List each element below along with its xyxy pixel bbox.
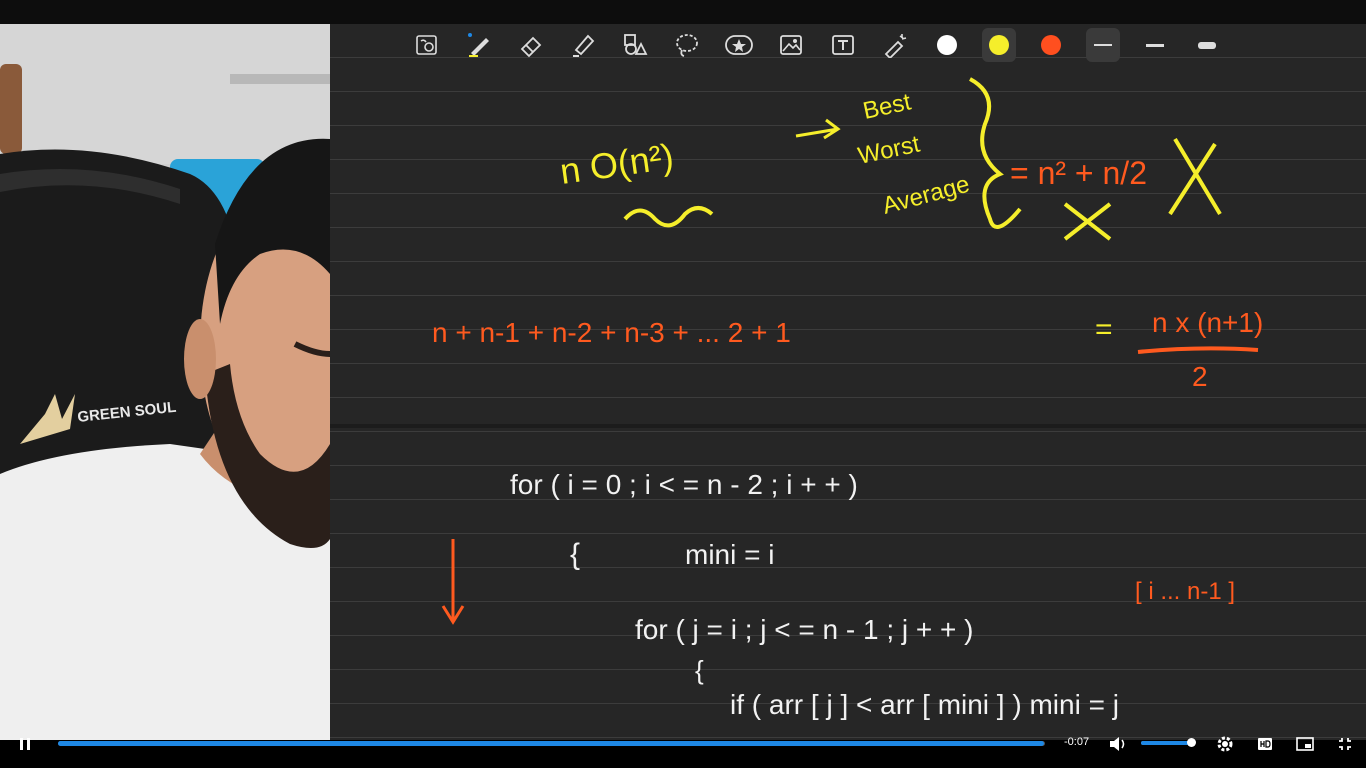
down-arrow bbox=[441, 539, 465, 625]
time-remaining: -0:07 bbox=[1064, 736, 1090, 748]
code-line-1: for ( i = 0 ; i < = n - 2 ; i + + ) bbox=[510, 469, 858, 500]
volume-icon[interactable] bbox=[1107, 733, 1129, 755]
case-best: Best bbox=[861, 88, 914, 124]
drawing-toolbar bbox=[410, 28, 1224, 62]
complexity-note: n O(n²) bbox=[557, 135, 676, 191]
series-denominator: 2 bbox=[1192, 361, 1208, 392]
code-line-2: mini = i bbox=[685, 539, 774, 570]
series-equals: = bbox=[1095, 313, 1113, 346]
eraser-icon[interactable] bbox=[514, 28, 548, 62]
pen-icon[interactable] bbox=[462, 28, 496, 62]
highlighter-icon[interactable] bbox=[566, 28, 600, 62]
series-numerator: n x (n+1) bbox=[1152, 307, 1263, 338]
sticker-icon[interactable] bbox=[722, 28, 756, 62]
lasso-icon[interactable] bbox=[670, 28, 704, 62]
color-yellow[interactable] bbox=[982, 28, 1016, 62]
miniplayer-icon[interactable] bbox=[1294, 733, 1316, 755]
exit-fullscreen-icon[interactable] bbox=[1334, 733, 1356, 755]
pause-icon[interactable] bbox=[14, 733, 36, 755]
top-bar bbox=[0, 0, 1366, 24]
laser-pointer-icon[interactable] bbox=[878, 28, 912, 62]
image-icon[interactable] bbox=[774, 28, 808, 62]
progress-fill bbox=[58, 741, 1044, 746]
volume-slider[interactable] bbox=[1141, 738, 1196, 747]
whiteboard-canvas[interactable]: n O(n²) Best Worst Average = n² + n/2 n … bbox=[330, 24, 1366, 740]
color-orange[interactable] bbox=[1034, 28, 1068, 62]
stroke-thick[interactable] bbox=[1190, 28, 1224, 62]
video-player-controls: -0:07 bbox=[0, 726, 1366, 768]
stroke-thin[interactable] bbox=[1086, 28, 1120, 62]
stroke-medium[interactable] bbox=[1138, 28, 1172, 62]
color-white[interactable] bbox=[930, 28, 964, 62]
webcam-feed: GREEN SOUL bbox=[0, 24, 330, 740]
text-icon[interactable] bbox=[826, 28, 860, 62]
range-note: [ i ... n-1 ] bbox=[1135, 578, 1235, 605]
code-line-3: for ( j = i ; j < = n - 1 ; j + + ) bbox=[635, 614, 973, 645]
case-average: Average bbox=[880, 171, 973, 220]
volume-knob[interactable] bbox=[1187, 738, 1196, 747]
shapes-icon[interactable] bbox=[618, 28, 652, 62]
code-line-4-brace: { bbox=[695, 655, 704, 685]
settings-icon[interactable] bbox=[1214, 733, 1236, 755]
series-sum: n + n-1 + n-2 + n-3 + ... 2 + 1 bbox=[432, 317, 791, 348]
progress-bar[interactable] bbox=[58, 741, 1045, 746]
hd-icon[interactable] bbox=[1254, 733, 1276, 755]
case-worst: Worst bbox=[856, 130, 923, 169]
lasso-zoom-icon[interactable] bbox=[410, 28, 444, 62]
volume-fill bbox=[1141, 741, 1191, 745]
code-line-4: if ( arr [ j ] < arr [ mini ] ) mini = j bbox=[730, 689, 1119, 720]
complexity-formula: = n² + n/2 bbox=[1010, 155, 1147, 191]
code-line-2-brace: { bbox=[570, 538, 580, 571]
